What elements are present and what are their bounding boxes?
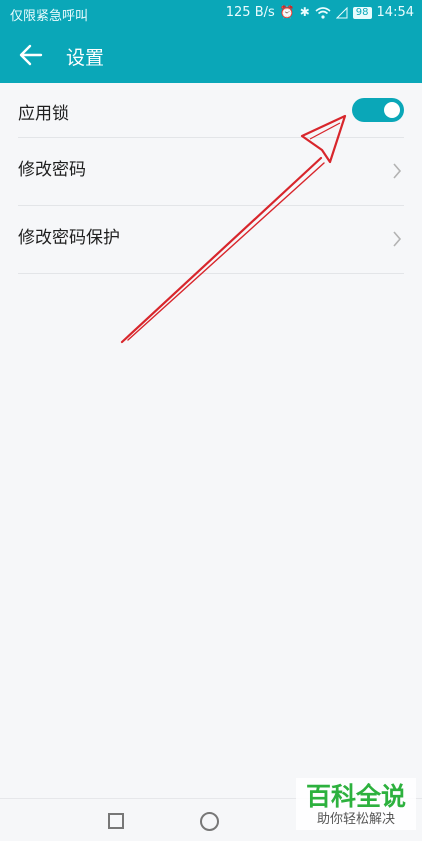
signal-icon <box>335 6 348 18</box>
watermark-title: 百科全说 <box>305 782 406 811</box>
bluetooth-icon: ✱ <box>299 5 310 19</box>
recent-apps-icon[interactable] <box>108 813 124 829</box>
status-bar: 仅限紧急呼叫 125 B/s ⏰ ✱ 98 14:54 <box>0 0 422 26</box>
settings-item-label: 应用锁 <box>18 104 69 124</box>
battery-icon: 98 <box>352 6 372 19</box>
settings-list: 应用锁 修改密码 修改密码保护 <box>0 83 422 274</box>
network-speed: 125 B/s <box>225 5 275 20</box>
app-bar: 设置 <box>0 26 422 83</box>
arrow-left-icon[interactable] <box>16 40 46 70</box>
app-lock-toggle[interactable] <box>352 98 404 122</box>
home-icon[interactable] <box>200 812 219 831</box>
toggle-knob <box>384 102 400 118</box>
carrier-text: 仅限紧急呼叫 <box>10 9 89 24</box>
settings-item-label: 修改密码 <box>18 160 86 180</box>
wifi-icon <box>315 6 331 19</box>
watermark-subtitle: 助你轻松解决 <box>316 812 395 827</box>
alarm-icon: ⏰ <box>279 5 295 19</box>
page-title: 设置 <box>66 47 105 69</box>
settings-item-password-protection[interactable]: 修改密码保护 <box>18 206 404 274</box>
status-icons: 125 B/s ⏰ ✱ 98 14:54 <box>226 5 414 20</box>
settings-item-label: 修改密码保护 <box>18 228 120 248</box>
settings-item-change-password[interactable]: 修改密码 <box>18 138 404 206</box>
settings-item-app-lock[interactable]: 应用锁 <box>18 83 404 138</box>
watermark-logo: 百科全说 助你轻松解决 <box>296 778 416 830</box>
clock: 14:54 <box>376 5 414 20</box>
chevron-right-icon <box>393 231 402 247</box>
chevron-right-icon <box>393 163 402 179</box>
